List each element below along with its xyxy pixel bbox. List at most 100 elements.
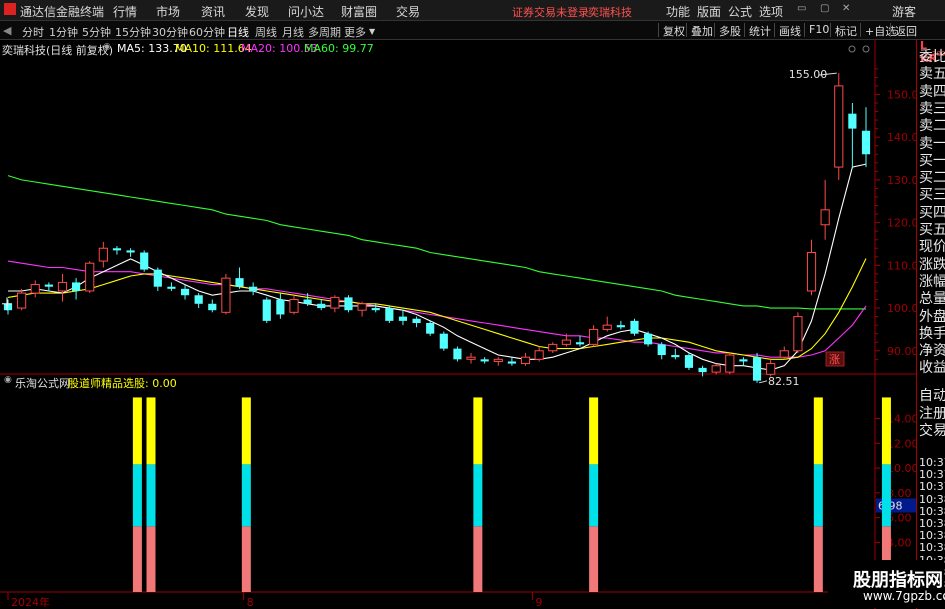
period-60min[interactable]: 60分钟 — [189, 24, 225, 40]
kline-chart[interactable]: 150.0 140.0 130.0 120.0 110.0 100.0 90.00 155.0… — [0, 40, 916, 609]
multi-stock-button[interactable]: 多股 — [714, 23, 741, 38]
candle-body — [575, 342, 585, 345]
period-more[interactable]: 更多 — [344, 24, 366, 40]
candle-body — [385, 308, 394, 321]
signal-bar-segment — [146, 526, 156, 592]
candle — [820, 179, 830, 240]
candle-body — [480, 359, 489, 362]
candle — [357, 301, 367, 317]
signal-bar-segment — [589, 526, 599, 592]
candle — [848, 102, 857, 168]
candle — [671, 348, 680, 360]
menu-function[interactable]: 功能 — [666, 3, 690, 20]
candle — [684, 352, 694, 370]
menu-quotes[interactable]: 行情 — [113, 3, 137, 20]
price-tick-label: 110.0 — [887, 259, 916, 272]
candle — [85, 261, 95, 294]
window-icon[interactable]: ▢ — [820, 3, 829, 14]
candle-body — [561, 339, 571, 345]
menu-formula[interactable]: 公式 — [728, 3, 752, 20]
price-tick-label: 100.0 — [887, 302, 916, 315]
candle — [725, 352, 735, 375]
period-weekly[interactable]: 周线 — [255, 24, 277, 40]
minimize-icon[interactable]: ▭ — [797, 3, 806, 14]
candle — [644, 331, 653, 347]
panel-action-label[interactable]: 交易 — [919, 420, 945, 440]
candle-body — [671, 355, 680, 358]
period-15min[interactable]: 15分钟 — [115, 24, 151, 40]
candle-body — [453, 348, 462, 360]
candle-body — [466, 356, 476, 360]
candle-body — [303, 299, 312, 304]
candle-body — [739, 359, 748, 362]
menu-ask[interactable]: 问小达 — [288, 3, 324, 20]
candle — [330, 295, 340, 313]
period-daily[interactable]: 日线 — [227, 24, 249, 40]
ma10-line — [7, 258, 867, 360]
candle-body — [371, 308, 380, 311]
menu-options[interactable]: 选项 — [759, 3, 783, 20]
tick-time: 10:38 — [919, 492, 945, 506]
guest-user[interactable]: 游客 — [892, 3, 916, 20]
menu-discover[interactable]: 发现 — [245, 3, 269, 20]
candle-body — [262, 299, 271, 321]
tick-time: 10:37 — [919, 480, 945, 494]
price-tick-label: 130.0 — [887, 174, 916, 187]
candle-body — [276, 299, 285, 315]
stats-button[interactable]: 统计 — [744, 23, 771, 38]
candle — [249, 282, 258, 296]
candle-body — [85, 262, 95, 292]
settings-icon[interactable]: ◉ — [103, 42, 111, 52]
period-monthly[interactable]: 月线 — [282, 24, 304, 40]
candle-body — [140, 252, 149, 270]
candle-body — [208, 303, 217, 311]
nav-left-icon[interactable]: ◀ — [3, 24, 11, 37]
draw-button[interactable]: 画线 — [774, 23, 801, 38]
candle — [153, 267, 162, 291]
candle — [98, 241, 108, 268]
menu-market[interactable]: 市场 — [156, 3, 180, 20]
candle-body — [330, 296, 340, 309]
menu-wealth[interactable]: 财富圈 — [341, 3, 377, 20]
period-1min[interactable]: 1分钟 — [49, 24, 78, 40]
candle — [630, 318, 639, 336]
candle-body — [235, 278, 244, 287]
candle — [3, 299, 13, 315]
signal-bar — [241, 397, 251, 592]
adjust-button[interactable]: 复权 — [658, 23, 685, 38]
sub-settings-icon[interactable]: ◉ — [4, 375, 12, 385]
candle-body — [806, 252, 817, 292]
menu-news[interactable]: 资讯 — [201, 3, 225, 20]
candle — [779, 346, 789, 360]
sub-tick-label: 12.00 — [887, 437, 916, 450]
back-button[interactable]: 返回 — [890, 23, 917, 38]
period-multi[interactable]: 多周期 — [308, 24, 341, 40]
signal-bar-segment — [241, 464, 251, 527]
candle-body — [834, 85, 844, 168]
period-30min[interactable]: 30分钟 — [152, 24, 188, 40]
candle-body — [153, 269, 162, 287]
overlay-button[interactable]: 叠加 — [686, 23, 713, 38]
price-tick-label: 90.00 — [887, 345, 916, 358]
signal-bar — [813, 397, 823, 592]
menu-trade[interactable]: 交易 — [396, 3, 420, 20]
candle-body — [861, 130, 871, 155]
signal-bar-segment — [473, 464, 483, 527]
period-5min[interactable]: 5分钟 — [82, 24, 111, 40]
low-marker-line — [758, 380, 768, 384]
f10-button[interactable]: F10 — [804, 23, 829, 37]
candle — [534, 346, 544, 362]
menu-layout[interactable]: 版面 — [697, 3, 721, 20]
candle — [589, 325, 599, 347]
login-notice[interactable]: 证券交易未登录 — [512, 4, 589, 20]
mark-button[interactable]: 标记 — [830, 23, 857, 38]
candle-body — [520, 356, 531, 365]
ma60-label: MA60: 99.77 — [304, 42, 374, 55]
candle-body — [439, 333, 448, 349]
candle-body — [766, 363, 776, 375]
candle-body — [644, 333, 653, 345]
close-icon[interactable]: ✕ — [842, 3, 850, 14]
period-timeshare[interactable]: 分时 — [22, 24, 44, 40]
chart-info-bar: 奕瑞科技(日线 前复权) ◉ MA5: 133.70 MA10: 111.64 … — [0, 40, 875, 57]
more-dropdown-icon[interactable]: ▼ — [369, 27, 375, 36]
